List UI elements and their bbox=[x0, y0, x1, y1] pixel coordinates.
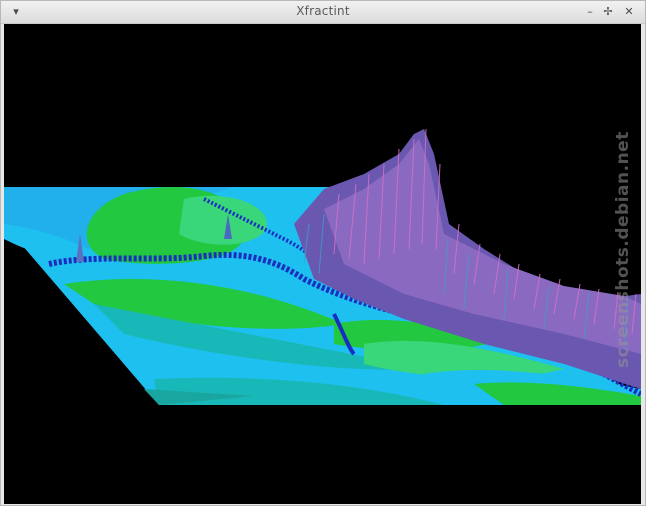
xfractint-window: ▾ Xfractint – ✢ ✕ screenshots.debian.net bbox=[0, 0, 646, 506]
minimize-icon[interactable]: – bbox=[583, 5, 597, 19]
maximize-icon[interactable]: ✢ bbox=[601, 5, 615, 19]
watermark-text: screenshots.debian.net bbox=[613, 131, 633, 368]
close-icon[interactable]: ✕ bbox=[622, 5, 636, 19]
fractal-3d-render bbox=[4, 24, 641, 504]
window-title: Xfractint bbox=[296, 4, 350, 18]
fractal-canvas[interactable] bbox=[4, 24, 641, 504]
title-bar[interactable]: ▾ Xfractint – ✢ ✕ bbox=[1, 1, 645, 24]
